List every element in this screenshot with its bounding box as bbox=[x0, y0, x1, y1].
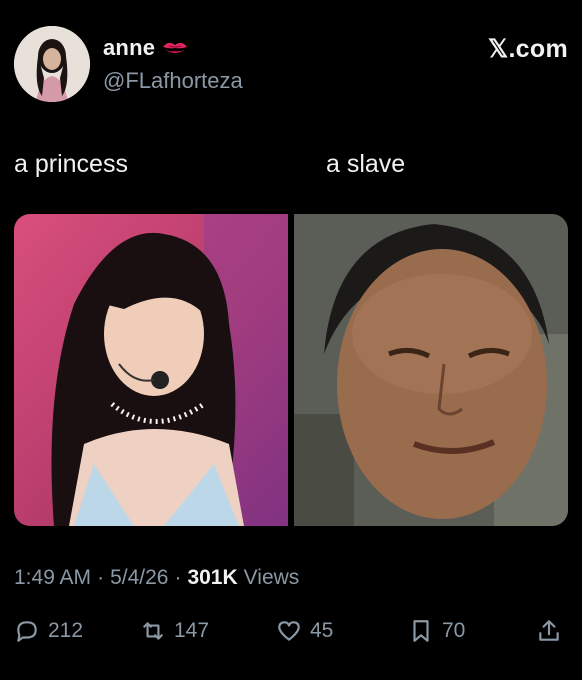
meta-separator: · bbox=[174, 566, 182, 589]
kiss-mark-icon bbox=[161, 39, 189, 57]
heart-icon bbox=[276, 618, 302, 644]
bookmark-icon bbox=[408, 618, 434, 644]
photo-performer bbox=[14, 214, 288, 526]
reply-count: 212 bbox=[48, 619, 84, 642]
bookmark-count: 70 bbox=[442, 619, 466, 642]
brand-watermark: 𝕏.com bbox=[488, 35, 568, 63]
author-handle[interactable]: @FLafhorteza bbox=[103, 68, 243, 94]
repost-count: 147 bbox=[174, 619, 210, 642]
tweet-date[interactable]: 5/4/26 bbox=[110, 566, 168, 590]
author-name-row: anne bbox=[103, 35, 189, 61]
avatar-photo bbox=[14, 26, 90, 102]
like-count: 45 bbox=[310, 619, 334, 642]
caption-right: a slave bbox=[326, 150, 406, 178]
tweet-header: anne @FLafhorteza 𝕏.com bbox=[14, 26, 568, 104]
media-image-left[interactable] bbox=[14, 214, 288, 526]
meta-separator: · bbox=[97, 566, 105, 589]
repost-icon bbox=[140, 618, 166, 644]
caption-left: a princess bbox=[14, 150, 128, 178]
like-button[interactable]: 45 bbox=[276, 618, 333, 644]
share-icon bbox=[536, 618, 562, 644]
bookmark-button[interactable]: 70 bbox=[408, 618, 465, 644]
author-name[interactable]: anne bbox=[103, 35, 155, 61]
avatar[interactable] bbox=[14, 26, 90, 102]
repost-button[interactable]: 147 bbox=[140, 618, 209, 644]
views-count: 301K bbox=[187, 566, 238, 589]
views-label: Views bbox=[243, 566, 300, 589]
reply-icon bbox=[14, 618, 40, 644]
media-image-right[interactable] bbox=[294, 214, 568, 526]
action-bar: 212 147 45 70 bbox=[14, 618, 568, 652]
reply-button[interactable]: 212 bbox=[14, 618, 83, 644]
share-button[interactable] bbox=[536, 618, 562, 644]
photo-woman bbox=[294, 214, 568, 526]
tweet-time[interactable]: 1:49 AM bbox=[14, 566, 91, 590]
tweet-meta: 1:49 AM · 5/4/26 · 301K Views bbox=[14, 566, 299, 590]
